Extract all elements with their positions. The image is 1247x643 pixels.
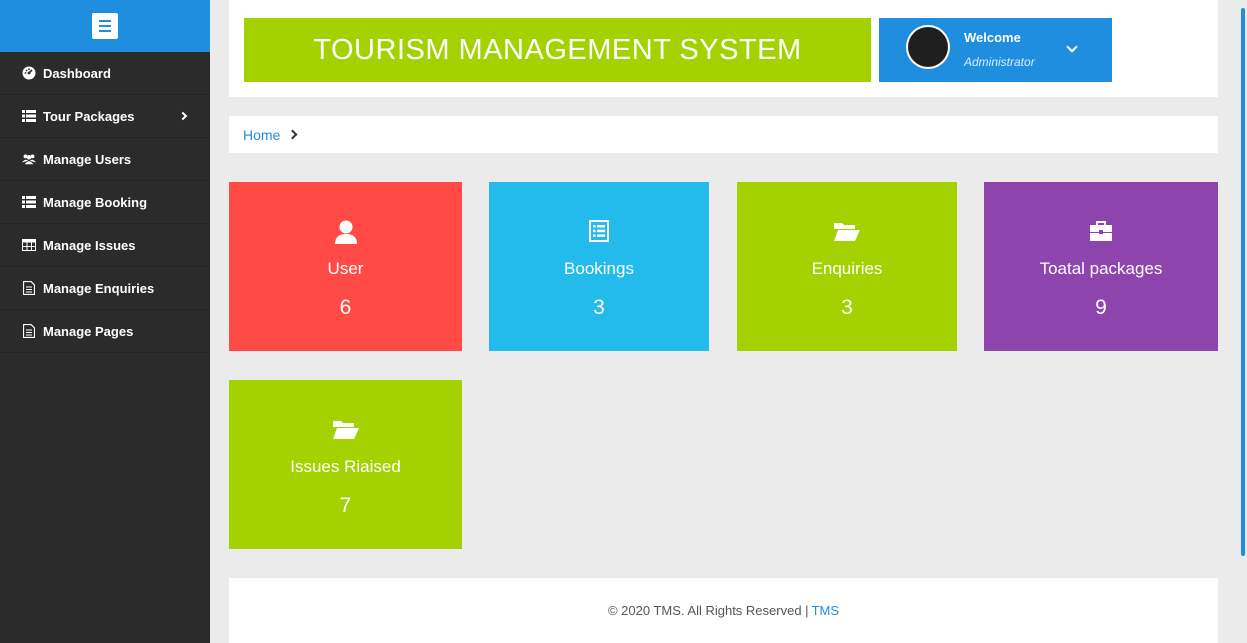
sidebar-item-label: Tour Packages — [43, 108, 135, 124]
sidebar-item-label: Manage Enquiries — [43, 280, 155, 296]
file-icon — [22, 324, 36, 338]
welcome-text: Welcome — [964, 30, 1021, 45]
user-role: Administrator — [964, 55, 1035, 69]
menu-toggle-button[interactable] — [92, 13, 118, 39]
sidebar: Dashboard Tour Packages Manage Users Man… — [0, 0, 210, 643]
sidebar-item-dashboard[interactable]: Dashboard — [0, 52, 210, 95]
sidebar-item-label: Manage Users — [43, 151, 132, 167]
tile-value: 3 — [593, 296, 605, 319]
hamburger-icon — [99, 20, 111, 22]
sidebar-item-manage-pages[interactable]: Manage Pages — [0, 310, 210, 353]
sidebar-item-manage-enquiries[interactable]: Manage Enquiries — [0, 267, 210, 310]
folder-open-icon — [229, 418, 462, 442]
tile-value: 6 — [339, 296, 352, 319]
tile-label: Bookings — [564, 259, 634, 278]
avatar — [906, 25, 950, 69]
chevron-right-icon — [287, 129, 298, 140]
tile-enquiries[interactable]: Enquiries 3 — [737, 182, 957, 351]
list-icon — [22, 195, 36, 209]
header: TOURISM MANAGEMENT SYSTEM Welcome Admini… — [229, 0, 1218, 97]
list-alt-icon — [489, 220, 709, 244]
tile-label: User — [327, 259, 364, 278]
sidebar-item-manage-booking[interactable]: Manage Booking — [0, 181, 210, 224]
tile-label: Toatal packages — [1039, 259, 1163, 278]
footer: © 2020 TMS. All Rights Reserved | TMS — [229, 578, 1218, 643]
tile-total-packages[interactable]: Toatal packages 9 — [984, 182, 1218, 351]
page-title: TOURISM MANAGEMENT SYSTEM — [244, 18, 871, 82]
sidebar-item-label: Manage Issues — [43, 237, 136, 253]
footer-link[interactable]: TMS — [812, 603, 839, 618]
sidebar-header — [0, 0, 210, 52]
sidebar-item-label: Manage Booking — [43, 194, 148, 210]
tile-value: 9 — [1095, 296, 1107, 319]
tile-bookings[interactable]: Bookings 3 — [489, 182, 709, 351]
dashboard-icon — [22, 66, 36, 80]
tile-value: 7 — [339, 494, 352, 517]
users-icon — [22, 152, 36, 166]
footer-copyright: © 2020 TMS. All Rights Reserved | — [607, 603, 809, 618]
file-icon — [22, 281, 36, 295]
user-icon — [229, 220, 462, 244]
breadcrumb: Home — [229, 116, 1218, 153]
folder-open-icon — [737, 220, 957, 244]
sidebar-nav: Dashboard Tour Packages Manage Users Man… — [0, 52, 210, 353]
sidebar-item-manage-issues[interactable]: Manage Issues — [0, 224, 210, 267]
chevron-right-icon — [178, 111, 188, 121]
user-menu-button[interactable]: Welcome Administrator — [879, 18, 1112, 82]
sidebar-item-label: Manage Pages — [43, 323, 134, 339]
briefcase-icon — [984, 220, 1218, 244]
scrollbar-thumb[interactable] — [1241, 8, 1245, 556]
sidebar-item-label: Dashboard — [43, 65, 111, 81]
tile-users[interactable]: User 6 — [229, 182, 462, 351]
table-icon — [22, 238, 36, 252]
scrollbar[interactable] — [1240, 0, 1247, 643]
chevron-down-icon — [1066, 41, 1078, 53]
tile-label: Enquiries — [811, 259, 883, 278]
tile-label: Issues Riaised — [290, 457, 401, 476]
sidebar-item-tour-packages[interactable]: Tour Packages — [0, 95, 210, 138]
sidebar-item-manage-users[interactable]: Manage Users — [0, 138, 210, 181]
main-content: TOURISM MANAGEMENT SYSTEM Welcome Admini… — [229, 0, 1218, 643]
tile-value: 3 — [841, 296, 853, 319]
tile-issues-raised[interactable]: Issues Riaised 7 — [229, 380, 462, 549]
list-icon — [22, 109, 36, 123]
breadcrumb-home-link[interactable]: Home — [243, 127, 280, 143]
